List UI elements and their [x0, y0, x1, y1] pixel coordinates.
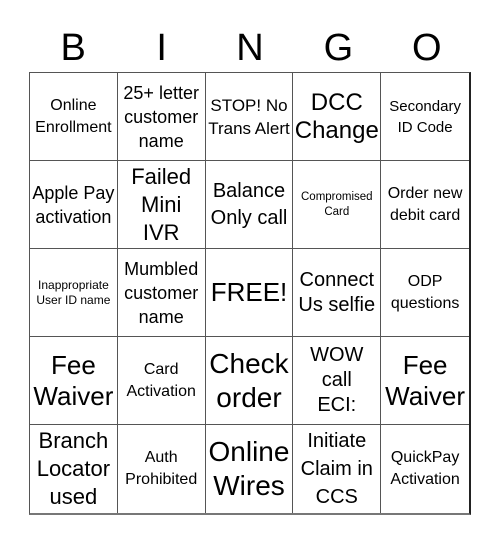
cell-label: STOP! No Trans Alert [208, 95, 290, 138]
bingo-cell[interactable]: Balance Only call [205, 161, 294, 249]
bingo-cell[interactable]: Online Wires [206, 425, 294, 513]
cell-label: QuickPay Activation [390, 449, 460, 488]
bingo-cell[interactable]: FREE! [205, 249, 294, 337]
bingo-cell[interactable]: STOP! No Trans Alert [205, 73, 294, 161]
cell-label: Fee Waiver [33, 349, 114, 411]
bingo-cell[interactable]: Inappropriate User ID name [30, 249, 118, 337]
header-letter-n: N [236, 27, 264, 69]
cell-label: Fee Waiver [385, 349, 466, 411]
cell-label: Connect Us selfie [298, 268, 376, 316]
bingo-cell[interactable]: Card Activation [117, 337, 206, 425]
bingo-cell[interactable]: Initiate Claim in CCS [293, 425, 382, 513]
bingo-cell[interactable]: Connect Us selfie [293, 249, 382, 337]
cell-label: Mumbled customer name [124, 258, 199, 327]
cell-label: Initiate Claim in CCS [300, 430, 373, 508]
cell-label: Compromised Card [301, 190, 373, 218]
bingo-cell[interactable]: QuickPay Activation [381, 425, 469, 513]
cell-label: Balance Only call [210, 179, 288, 229]
header-letter-i: I [156, 27, 167, 69]
cell-label: WOW call ECI: [310, 344, 364, 416]
bingo-cell[interactable]: Check order [205, 337, 294, 425]
bingo-cell[interactable]: Branch Locator used [30, 425, 118, 513]
cell-label: DCC Change [294, 88, 379, 144]
bingo-cell[interactable]: Fee Waiver [30, 337, 118, 425]
bingo-cell[interactable]: Failed Mini IVR [117, 161, 206, 249]
bingo-cell[interactable]: Auth Prohibited [118, 425, 206, 513]
cell-label: ODP questions [390, 272, 460, 312]
cell-label: Online Wires [208, 436, 290, 501]
bingo-cell[interactable]: Fee Waiver [381, 337, 469, 425]
header-letter-o: O [412, 27, 442, 69]
bingo-cell[interactable]: Mumbled customer name [117, 249, 206, 337]
cell-label: Inappropriate User ID name [36, 277, 111, 307]
cell-label: 25+ letter customer name [123, 82, 199, 151]
bingo-cell[interactable]: Online Enrollment [30, 73, 118, 161]
cell-label: Failed Mini IVR [131, 163, 192, 245]
cell-label: Check order [209, 347, 289, 413]
bingo-cell[interactable]: 25+ letter customer name [117, 73, 206, 161]
cell-label: Auth Prohibited [125, 449, 198, 488]
cell-label: Order new debit card [387, 184, 463, 224]
bingo-cell[interactable]: WOW call ECI: [293, 337, 382, 425]
bingo-cell[interactable]: Order new debit card [381, 161, 469, 249]
bingo-cell[interactable]: Secondary ID Code [381, 73, 469, 161]
bingo-cell[interactable]: Compromised Card [293, 161, 382, 249]
bingo-header: B I N G O [29, 24, 471, 72]
cell-label: Branch Locator used [36, 428, 111, 509]
cell-label: Online Enrollment [35, 96, 112, 136]
header-letter-b: B [60, 27, 86, 69]
free-space-label: FREE! [210, 277, 288, 307]
header-letter-g: G [323, 27, 354, 69]
bingo-cell[interactable]: ODP questions [381, 249, 469, 337]
cell-label: Secondary ID Code [389, 97, 461, 136]
bingo-cell[interactable]: Apple Pay activation [30, 161, 118, 249]
bingo-card-grid: Online Enrollment 25+ letter customer na… [29, 72, 471, 515]
cell-label: Apple Pay activation [32, 182, 115, 227]
bingo-cell[interactable]: DCC Change [293, 73, 382, 161]
cell-label: Card Activation [126, 360, 196, 400]
